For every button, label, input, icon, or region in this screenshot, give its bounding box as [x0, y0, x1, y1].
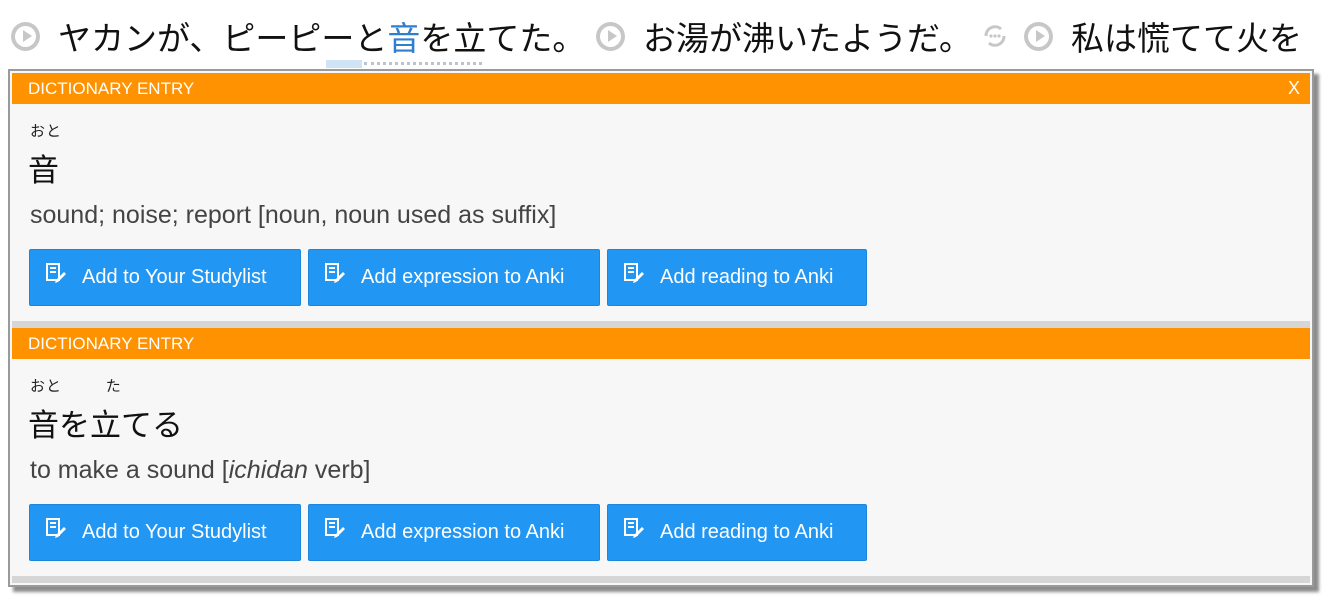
entry-header-title: DICTIONARY ENTRY	[28, 334, 195, 353]
play-icon[interactable]	[11, 21, 40, 51]
edit-note-icon	[622, 262, 646, 286]
close-icon[interactable]: X	[1288, 73, 1300, 104]
entry-header: DICTIONARY ENTRY	[12, 328, 1310, 359]
add-to-studylist-label: Add to Your Studylist	[82, 266, 267, 288]
definition: sound; noise; report [noun, noun used as…	[30, 201, 557, 229]
furigana-reading: おと た	[30, 375, 122, 396]
definition-italic: ichidan	[228, 456, 308, 484]
entry-header: DICTIONARY ENTRY X	[12, 73, 1310, 104]
sentence-1-prefix[interactable]: ヤカンが、ピーピーと	[58, 12, 387, 60]
headword: 音	[28, 153, 59, 189]
edit-note-icon	[622, 517, 646, 541]
headword: 音を立てる	[28, 408, 183, 444]
add-expression-label: Add expression to Anki	[361, 266, 565, 288]
definition-text: to make a sound [	[30, 456, 229, 484]
play-icon[interactable]	[1024, 21, 1053, 51]
entry-divider	[12, 576, 1310, 583]
sentence-1-suffix[interactable]: を立てた。	[420, 12, 585, 60]
edit-note-icon	[323, 517, 347, 541]
dictionary-entry: DICTIONARY ENTRY X おと 音 sound; noise; re…	[12, 73, 1310, 321]
highlight-underline	[326, 60, 362, 68]
sentence-1-highlighted-word[interactable]: 音	[387, 12, 420, 60]
add-to-studylist-label: Add to Your Studylist	[82, 521, 267, 543]
sentence-bar: ヤカンが、ピーピーと音を立てた。 お湯が沸いたようだ。 私は慌てて火を	[0, 0, 1328, 68]
add-reading-to-anki-button[interactable]: Add reading to Anki	[607, 249, 867, 306]
sentence-1: ヤカンが、ピーピーと音を立てた。	[11, 14, 625, 58]
add-reading-label: Add reading to Anki	[660, 521, 834, 543]
add-to-studylist-button[interactable]: Add to Your Studylist	[29, 249, 301, 306]
edit-note-icon	[44, 517, 68, 541]
repeat-icon[interactable]	[978, 21, 1012, 51]
add-expression-to-anki-button[interactable]: Add expression to Anki	[308, 249, 600, 306]
add-to-studylist-button[interactable]: Add to Your Studylist	[29, 504, 301, 561]
add-reading-label: Add reading to Anki	[660, 266, 834, 288]
furigana-part: おと	[30, 377, 63, 395]
definition-text: verb]	[307, 456, 371, 484]
edit-note-icon	[44, 262, 68, 286]
sentence-2-text[interactable]: お湯が沸いたようだ。	[643, 12, 972, 60]
add-expression-label: Add expression to Anki	[361, 521, 565, 543]
dictionary-entry: DICTIONARY ENTRY おと た 音を立てる to make a so…	[12, 328, 1310, 576]
dotted-underline	[364, 62, 482, 65]
sentence-2: お湯が沸いたようだ。	[596, 14, 1012, 58]
entry-actions: Add to Your Studylist Add expression to …	[29, 249, 874, 306]
play-icon[interactable]	[596, 21, 625, 51]
add-expression-to-anki-button[interactable]: Add expression to Anki	[308, 504, 600, 561]
furigana-part: た	[105, 377, 122, 395]
add-reading-to-anki-button[interactable]: Add reading to Anki	[607, 504, 867, 561]
sentence-3-text[interactable]: 私は慌てて火を	[1071, 12, 1302, 60]
entry-header-title: DICTIONARY ENTRY	[28, 79, 195, 98]
definition: to make a sound [ichidan verb]	[30, 456, 371, 485]
edit-note-icon	[323, 262, 347, 286]
sentence-3: 私は慌てて火を	[1024, 14, 1302, 58]
entry-divider	[12, 321, 1310, 328]
furigana-reading: おと	[30, 122, 63, 140]
dictionary-popup: DICTIONARY ENTRY X おと 音 sound; noise; re…	[8, 69, 1314, 587]
entry-actions: Add to Your Studylist Add expression to …	[29, 504, 874, 561]
